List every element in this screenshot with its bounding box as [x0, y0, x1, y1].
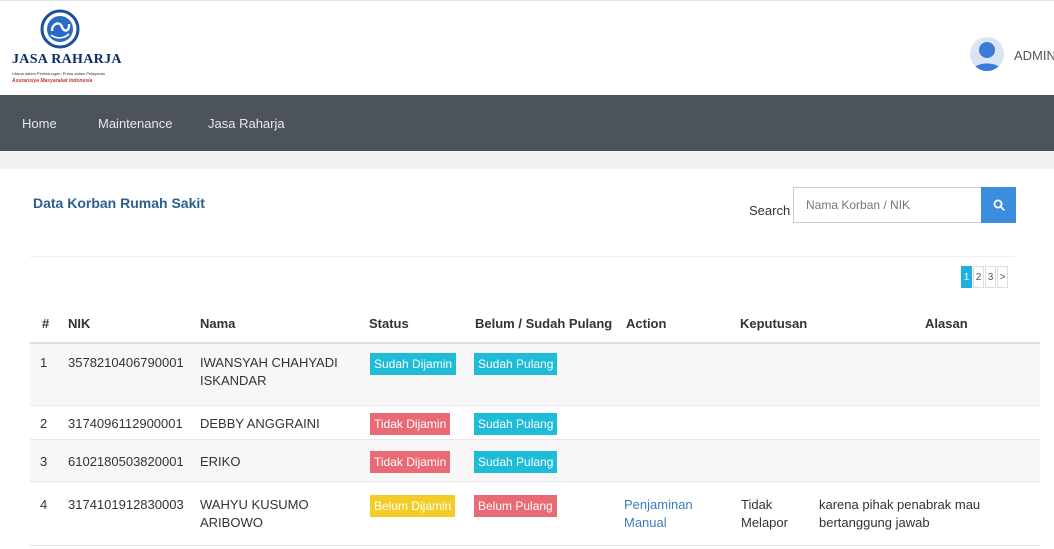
column-header-action: Action — [626, 316, 667, 331]
row-number: 1 — [40, 355, 48, 370]
pulang-badge: Belum Pulang — [474, 495, 557, 517]
row-nik: 3174101912830003 — [68, 497, 184, 512]
search-input[interactable] — [793, 187, 981, 223]
pulang-badge: Sudah Pulang — [474, 413, 558, 435]
user-avatar[interactable] — [970, 37, 1004, 71]
search-icon — [993, 199, 1005, 211]
search-label: Search — [749, 203, 791, 218]
row-nama: IWANSYAH CHAHYADI ISKANDAR — [200, 355, 338, 388]
content-spacer — [0, 151, 1054, 169]
row-nik: 6102180503820001 — [68, 454, 184, 469]
status-badge: Sudah Dijamin — [370, 353, 457, 375]
pagination: 1 2 3 > — [961, 266, 1009, 288]
column-header-nik: NIK — [68, 316, 91, 331]
table-row[interactable]: 3 6102180503820001 ERIKO Tidak Dijamin S… — [30, 440, 1040, 482]
table-row[interactable]: 1 3578210406790001 IWANSYAH CHAHYADI ISK… — [30, 344, 1040, 406]
row-number: 3 — [40, 454, 48, 469]
nav-item-jasa-raharja[interactable]: Jasa Raharja — [208, 116, 285, 131]
status-badge: Tidak Dijamin — [370, 413, 451, 435]
row-number: 4 — [40, 497, 48, 512]
column-header-status: Status — [369, 316, 409, 331]
page-button-3[interactable]: 3 — [985, 266, 996, 288]
penjaminan-manual-link[interactable]: Penjaminan Manual — [624, 496, 714, 532]
status-badge: Tidak Dijamin — [370, 451, 451, 473]
row-nama: WAHYU KUSUMO ARIBOWO — [200, 497, 309, 530]
status-badge: Belum Dijamin — [370, 495, 456, 517]
panel-divider — [30, 256, 1015, 257]
column-header-keputusan: Keputusan — [740, 316, 808, 331]
jasa-raharja-logo[interactable]: JASA RAHARJA Utama dalam Perlindungan, P… — [12, 9, 152, 93]
row-nama: ERIKO — [200, 454, 241, 469]
user-name[interactable]: ADMIN — [1014, 48, 1054, 63]
brand-tagline: Utama dalam Perlindungan, Prima dalam Pe… — [12, 71, 106, 76]
row-alasan: karena pihak penabrak mau bertanggung ja… — [819, 497, 981, 530]
column-header-nama: Nama — [200, 316, 236, 331]
column-header-no: # — [42, 316, 50, 331]
pulang-badge: Sudah Pulang — [474, 353, 558, 375]
pulang-badge: Sudah Pulang — [474, 451, 558, 473]
brand-motto: Asuransiya Masyarakat Indonesia — [12, 78, 93, 84]
row-nik: 3174096112900001 — [68, 416, 183, 431]
row-nik: 3578210406790001 — [68, 355, 184, 370]
jasa-raharja-emblem-icon — [40, 9, 80, 49]
nav-item-maintenance[interactable]: Maintenance — [98, 116, 172, 131]
main-navbar: Home Maintenance Jasa Raharja — [0, 95, 1054, 151]
table-row[interactable]: 4 3174101912830003 WAHYU KUSUMO ARIBOWO … — [30, 482, 1040, 546]
column-header-pulang: Belum / Sudah Pulang — [475, 316, 613, 331]
row-keputusan: Tidak Melapor — [741, 497, 788, 530]
search-button[interactable] — [981, 187, 1016, 223]
column-header-alasan: Alasan — [925, 316, 968, 331]
top-header: JASA RAHARJA Utama dalam Perlindungan, P… — [0, 0, 1054, 95]
page-title: Data Korban Rumah Sakit — [33, 195, 205, 211]
brand-name: JASA RAHARJA — [12, 52, 122, 67]
user-icon — [973, 42, 1001, 71]
row-number: 2 — [40, 416, 48, 431]
nav-item-home[interactable]: Home — [22, 116, 57, 131]
page-button-1[interactable]: 1 — [961, 266, 972, 288]
page-button-2[interactable]: 2 — [973, 266, 984, 288]
table-row[interactable]: 2 3174096112900001 DEBBY ANGGRAINI Tidak… — [30, 406, 1040, 440]
row-nama: DEBBY ANGGRAINI — [200, 416, 320, 431]
page-button-next[interactable]: > — [997, 266, 1008, 288]
table-header: # NIK Nama Status Belum / Sudah Pulang A… — [30, 308, 1040, 344]
